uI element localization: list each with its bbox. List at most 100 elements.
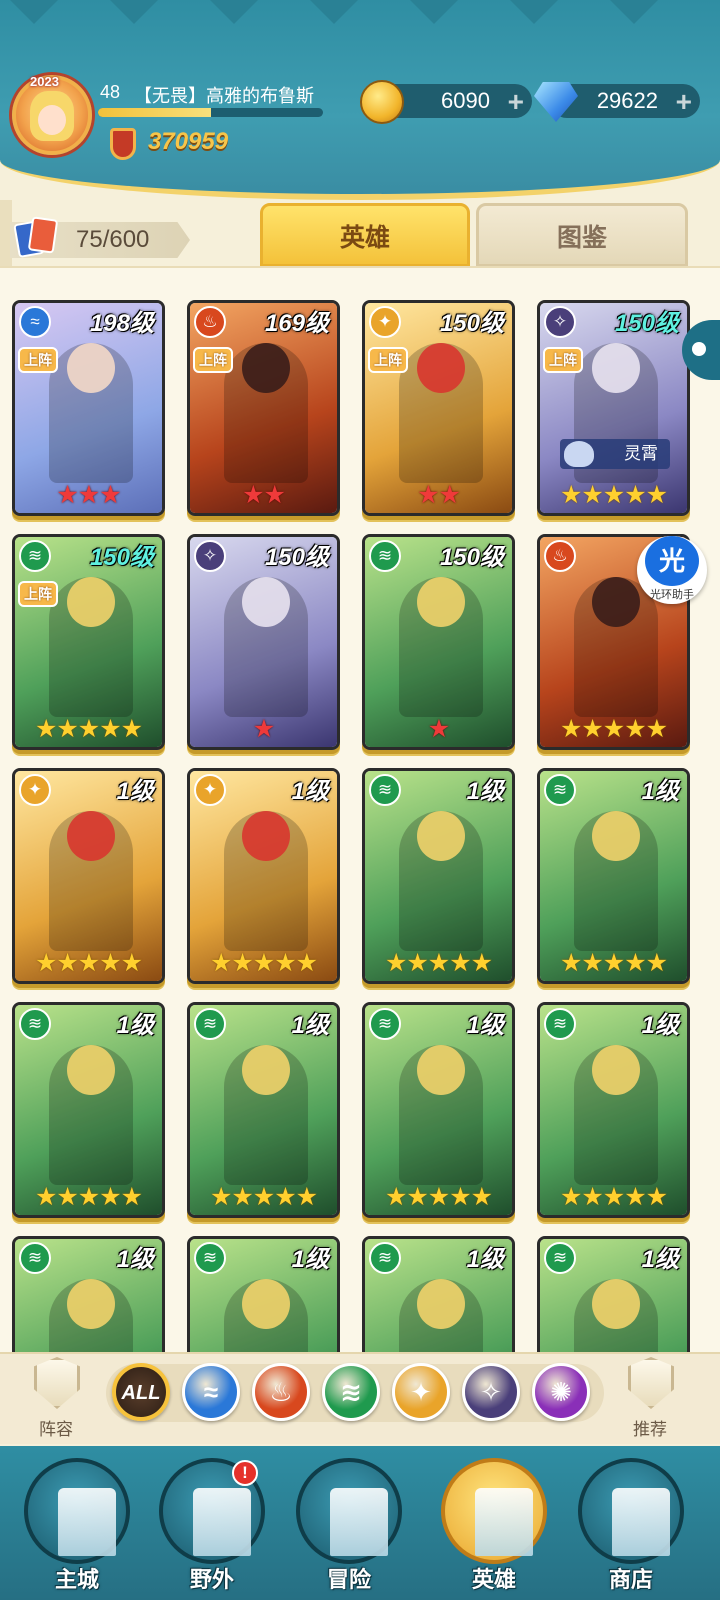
hero-level: 1级 (116, 778, 154, 805)
skin-mask-icon (564, 441, 594, 467)
recommend-button[interactable]: 推荐 (614, 1357, 686, 1443)
helper-label: 光环助手 (650, 589, 694, 601)
hero-card[interactable]: ≋ 1级 (537, 1236, 690, 1356)
deployed-badge: 上阵 (18, 347, 58, 373)
star-icon: ★ (581, 481, 603, 509)
nav-heroes[interactable]: 英雄 (435, 1450, 553, 1600)
hero-card[interactable]: ♨ 169级 上阵 ★★ (187, 300, 340, 516)
star-icon: ★ (242, 481, 264, 509)
filter-wind-button[interactable]: ≋ (322, 1363, 380, 1421)
star-rating: ★★★★★ (365, 1183, 512, 1211)
filter-dark-button[interactable]: ✧ (462, 1363, 520, 1421)
star-icon: ★ (56, 949, 78, 977)
star-icon: ★ (406, 949, 428, 977)
star-icon: ★ (624, 1183, 646, 1211)
player-name: 【无畏】高雅的布鲁斯 (134, 86, 314, 106)
star-rating: ★★★★★ (365, 949, 512, 977)
star-rating: ★★★★★ (540, 1183, 687, 1211)
hero-level: 1级 (641, 1012, 679, 1039)
power-shield-icon (110, 128, 136, 160)
tab-codex[interactable]: 图鉴 (476, 203, 688, 267)
hero-card[interactable]: ≋ 1级 (12, 1236, 165, 1356)
hero-head (67, 1279, 115, 1329)
filter-water-button[interactable]: ≈ (182, 1363, 240, 1421)
star-icon: ★ (274, 1183, 296, 1211)
wind-element-icon: ≋ (194, 1008, 226, 1040)
hero-card[interactable]: ≋ 1级 ★★★★★ (362, 768, 515, 984)
filter-arcane-button[interactable]: ✺ (532, 1363, 590, 1421)
hero-level: 1级 (291, 1012, 329, 1039)
lineup-label: 阵容 (39, 1420, 73, 1439)
player-info[interactable]: 48 【无畏】高雅的布鲁斯 (92, 80, 330, 122)
hero-card[interactable]: ≋ 150级 上阵 ★★★★★ (12, 534, 165, 750)
lineup-button[interactable]: 阵容 (20, 1357, 92, 1443)
hero-card[interactable]: ≋ 1级 (362, 1236, 515, 1356)
hero-level: 1级 (641, 1246, 679, 1273)
wind-element-icon: ≋ (369, 774, 401, 806)
hero-level: 1级 (291, 778, 329, 805)
star-rating: ★★ (365, 481, 512, 509)
star-icon: ★ (120, 949, 143, 977)
fire-element-icon: ♨ (194, 306, 226, 338)
hero-card[interactable]: ≋ 1级 ★★★★★ (12, 1002, 165, 1218)
hero-card[interactable]: ≋ 1级 ★★★★★ (537, 768, 690, 984)
knight-helmet-icon (441, 1458, 547, 1564)
star-icon: ★ (581, 949, 603, 977)
hero-head (242, 1045, 290, 1095)
star-rating: ★★★ (15, 481, 162, 509)
lineup-shield-icon (34, 1357, 80, 1409)
thumbs-up-icon (628, 1357, 674, 1409)
star-icon: ★ (252, 949, 275, 977)
hero-head (417, 1279, 465, 1329)
helper-badge: 光 (645, 536, 699, 586)
nav-adventure[interactable]: 冒险 (290, 1450, 408, 1600)
hero-level: 150级 (89, 544, 154, 571)
add-gold-button[interactable]: + (508, 86, 524, 118)
star-icon: ★ (34, 715, 57, 743)
hero-card[interactable]: ≋ 1级 (187, 1236, 340, 1356)
hero-card[interactable]: ≋ 1级 ★★★★★ (537, 1002, 690, 1218)
hero-card[interactable]: ≋ 1级 ★★★★★ (187, 1002, 340, 1218)
star-icon: ★ (602, 481, 625, 509)
star-icon: ★ (624, 715, 646, 743)
hero-head (242, 811, 290, 861)
filter-all-button[interactable]: ALL (112, 1363, 170, 1421)
header-decoration (410, 0, 458, 24)
add-gems-button[interactable]: + (676, 86, 692, 118)
xp-bar (98, 108, 323, 117)
hero-card[interactable]: ≋ 1级 ★★★★★ (362, 1002, 515, 1218)
wind-element-icon: ≋ (369, 1008, 401, 1040)
star-icon: ★ (470, 949, 493, 977)
nav-shop[interactable]: 商店 (572, 1450, 690, 1600)
deployed-badge: 上阵 (368, 347, 408, 373)
hero-card[interactable]: ✦ 1级 ★★★★★ (187, 768, 340, 984)
gold-coin-icon (360, 80, 404, 124)
star-icon: ★ (34, 1183, 57, 1211)
tab-heroes[interactable]: 英雄 (260, 203, 470, 267)
hero-card[interactable]: ✧ 150级 ★ (187, 534, 340, 750)
hero-card[interactable]: ≈198级 上阵 ★★★ (12, 300, 165, 516)
star-icon: ★ (559, 481, 582, 509)
filter-light-button[interactable]: ✦ (392, 1363, 450, 1421)
star-icon: ★ (449, 949, 471, 977)
star-icon: ★ (427, 949, 450, 977)
header-decoration (310, 0, 358, 24)
aura-helper-button[interactable]: 光 光环助手 (637, 536, 707, 604)
hero-card[interactable]: ✧ 150级 上阵 灵霄 ★★★★★ (537, 300, 690, 516)
wind-element-icon: ≋ (369, 540, 401, 572)
deployed-badge: 上阵 (18, 581, 58, 607)
water-element-icon: ≈ (19, 306, 51, 338)
hero-card[interactable]: ✦ 150级 上阵 ★★ (362, 300, 515, 516)
hero-head (592, 1045, 640, 1095)
star-icon: ★ (99, 715, 121, 743)
hero-card[interactable]: ✦ 1级 ★★★★★ (12, 768, 165, 984)
star-icon: ★ (602, 1183, 625, 1211)
star-icon: ★ (99, 949, 121, 977)
hero-card[interactable]: ≋ 150级 ★ (362, 534, 515, 750)
star-rating: ★★★★★ (190, 1183, 337, 1211)
star-icon: ★ (427, 715, 450, 743)
skin-label: 灵霄 (560, 439, 670, 469)
wind-element-icon: ≋ (369, 1242, 401, 1274)
nav-main-city[interactable]: 主城 (18, 1450, 136, 1600)
filter-fire-button[interactable]: ♨ (252, 1363, 310, 1421)
